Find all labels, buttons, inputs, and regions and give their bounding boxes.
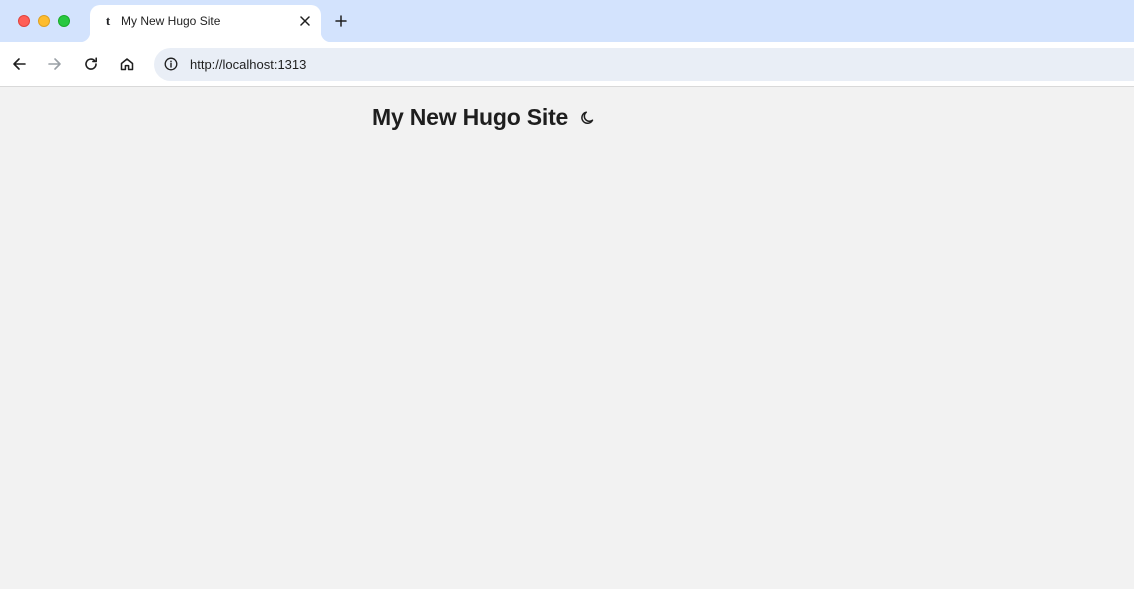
address-bar[interactable]: http://localhost:1313	[154, 48, 1134, 81]
tab-strip: t My New Hugo Site	[0, 0, 1134, 42]
info-icon[interactable]	[160, 53, 182, 75]
url-text[interactable]: http://localhost:1313	[190, 57, 306, 72]
site-header: My New Hugo Site	[372, 104, 597, 131]
tab-title: My New Hugo Site	[121, 14, 221, 28]
close-icon[interactable]	[297, 13, 313, 29]
browser-tab-active[interactable]: t My New Hugo Site	[80, 5, 331, 42]
browser-window: t My New Hugo Site http://localhost:1313…	[0, 0, 1134, 589]
arrow-right-icon[interactable]	[45, 54, 65, 74]
window-minimize-button[interactable]	[38, 15, 50, 27]
tab-favicon: t	[105, 13, 111, 28]
window-maximize-button[interactable]	[58, 15, 70, 27]
page-content: My New Hugo Site	[0, 88, 1134, 589]
moon-icon[interactable]	[579, 109, 597, 127]
reload-icon[interactable]	[81, 54, 101, 74]
home-icon[interactable]	[117, 54, 137, 74]
browser-toolbar: http://localhost:1313	[0, 42, 1134, 87]
arrow-left-icon[interactable]	[9, 54, 29, 74]
window-close-button[interactable]	[18, 15, 30, 27]
site-title[interactable]: My New Hugo Site	[372, 104, 568, 131]
plus-icon[interactable]	[331, 11, 351, 31]
